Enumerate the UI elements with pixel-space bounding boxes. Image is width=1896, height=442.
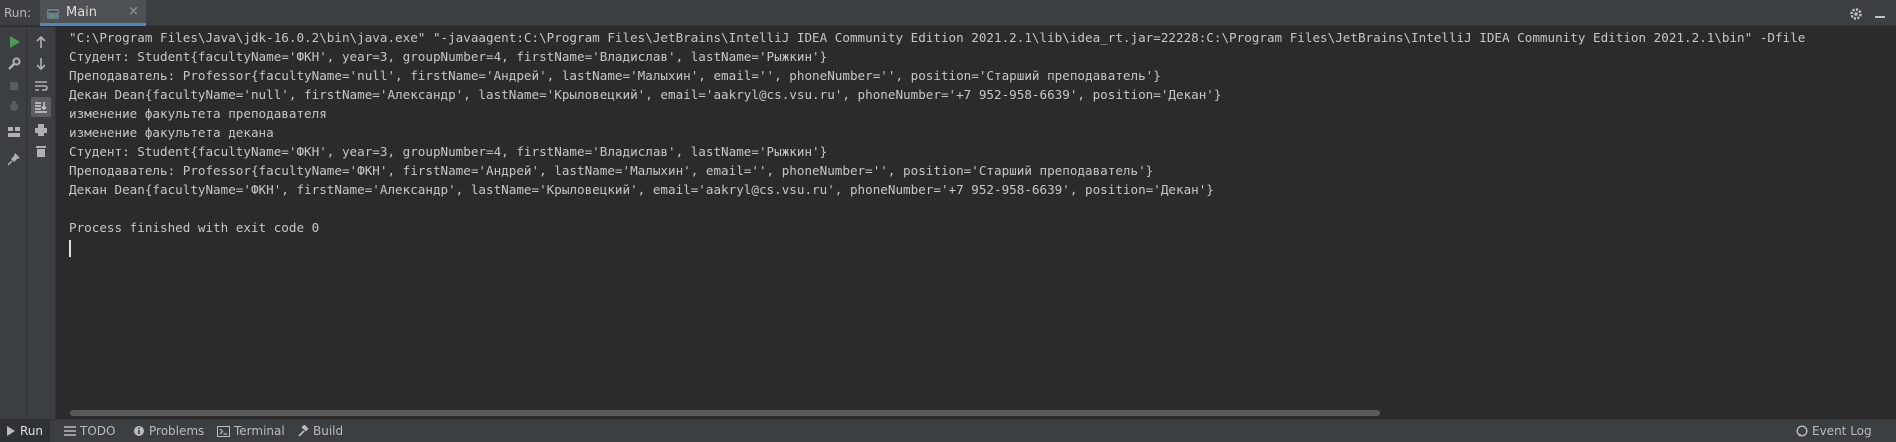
tool-event-log-label: Event Log: [1812, 424, 1872, 438]
wrench-icon[interactable]: [4, 54, 24, 74]
hammer-icon: [298, 425, 309, 437]
console-line: Process finished with exit code 0: [69, 220, 320, 235]
tool-run[interactable]: Run: [0, 420, 50, 442]
list-icon: [64, 426, 76, 436]
run-tool-window-header: Run: Main ×: [0, 0, 1896, 26]
console-line: Декан Dean{facultyName='ФКН', firstName=…: [69, 182, 1214, 197]
debug-icon[interactable]: [4, 96, 24, 116]
console-line: "C:\Program Files\Java\jdk-16.0.2\bin\ja…: [69, 30, 1806, 45]
pin-icon[interactable]: [4, 149, 24, 169]
soft-wrap-icon[interactable]: [31, 76, 51, 96]
trash-icon[interactable]: [31, 141, 51, 161]
console-line: изменение факультета преподавателя: [69, 106, 327, 121]
console-line: Декан Dean{facultyName='null', firstName…: [69, 87, 1222, 102]
tool-todo[interactable]: TODO: [64, 420, 115, 442]
text-caret: [69, 240, 71, 257]
arrow-down-icon[interactable]: [31, 54, 51, 74]
console-output[interactable]: "C:\Program Files\Java\jdk-16.0.2\bin\ja…: [57, 28, 1896, 408]
application-icon: [46, 6, 60, 25]
run-label: Run:: [4, 6, 32, 20]
tool-run-label: Run: [20, 424, 44, 438]
tool-build-label: Build: [313, 424, 344, 438]
terminal-icon: [217, 425, 230, 437]
status-tool-bar: Run TODO Problems Terminal Build Event L…: [0, 419, 1896, 442]
console-line: Преподаватель: Professor{facultyName='ФК…: [69, 163, 1154, 178]
tool-problems[interactable]: Problems: [133, 420, 204, 442]
gear-icon[interactable]: [1849, 6, 1863, 25]
horizontal-scrollbar[interactable]: [70, 410, 1380, 416]
console-line: Студент: Student{facultyName='ФКН', year…: [69, 144, 828, 159]
console-line: изменение факультета декана: [69, 125, 274, 140]
tab-label: Main: [66, 5, 98, 20]
info-icon: [134, 426, 144, 436]
tool-event-log[interactable]: Event Log: [1796, 420, 1872, 442]
tool-terminal-label: Terminal: [234, 424, 285, 438]
tool-build[interactable]: Build: [297, 420, 343, 442]
console-actions-toolbar: [27, 27, 56, 419]
tool-todo-label: TODO: [80, 424, 116, 438]
event-log-icon: [1796, 425, 1808, 437]
run-icon[interactable]: [4, 32, 24, 52]
tool-problems-label: Problems: [149, 424, 205, 438]
run-icon: [7, 426, 15, 436]
minimize-icon[interactable]: [1874, 6, 1886, 25]
tab-main[interactable]: Main ×: [40, 0, 146, 26]
print-icon[interactable]: [31, 120, 51, 140]
arrow-up-icon[interactable]: [31, 32, 51, 52]
close-icon[interactable]: ×: [128, 4, 139, 19]
stop-icon[interactable]: [4, 76, 24, 96]
layout-icon[interactable]: [4, 122, 24, 142]
run-actions-toolbar: [0, 27, 27, 419]
tool-terminal[interactable]: Terminal: [217, 420, 285, 442]
console-line: Студент: Student{facultyName='ФКН', year…: [69, 49, 828, 64]
console-line: Преподаватель: Professor{facultyName='nu…: [69, 68, 1161, 83]
scroll-to-end-icon[interactable]: [31, 97, 51, 117]
